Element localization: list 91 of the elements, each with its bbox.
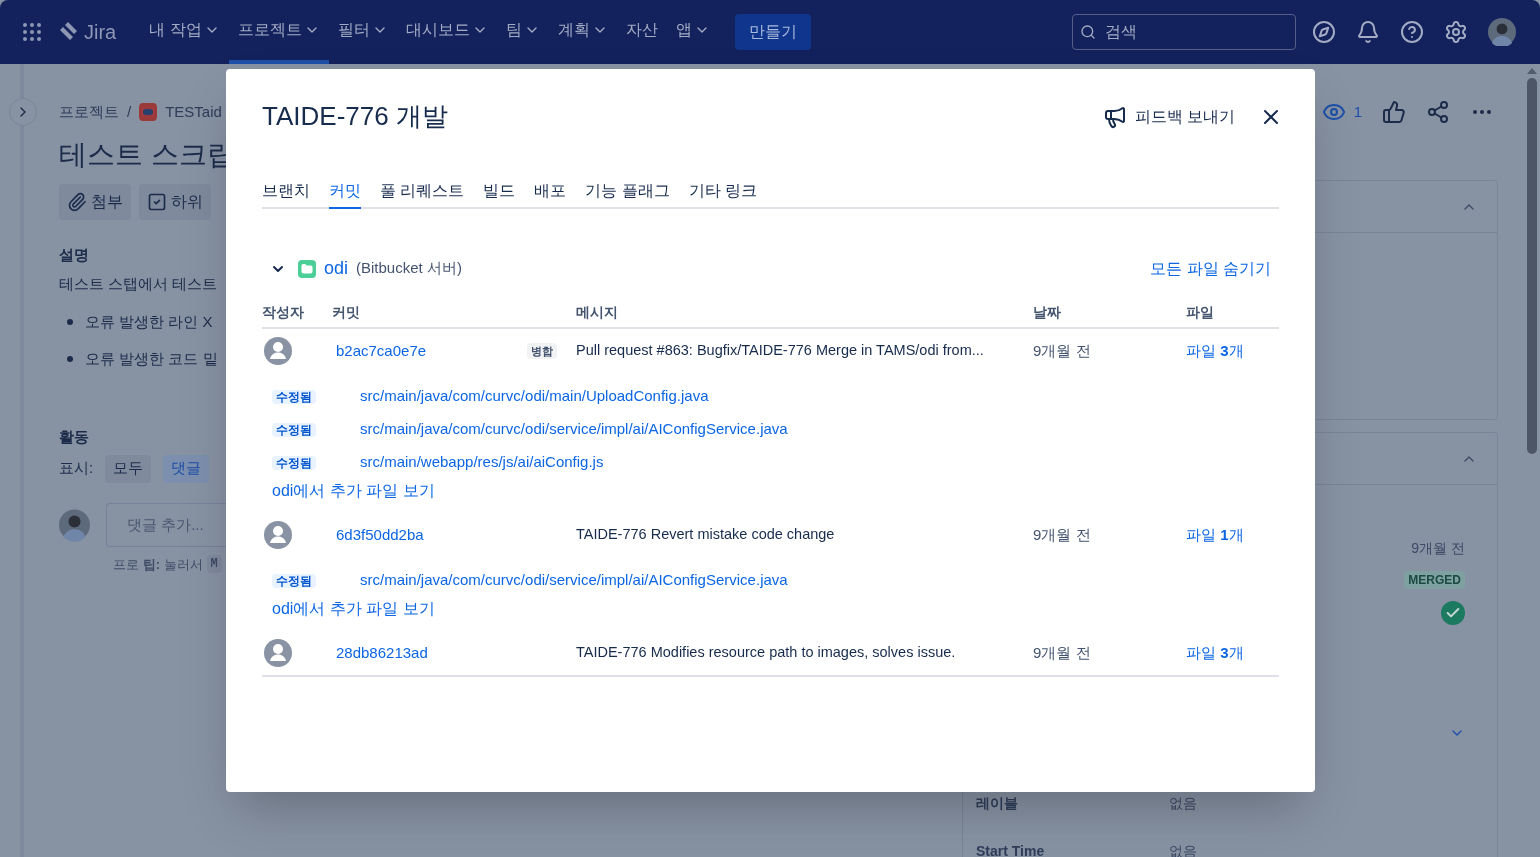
bullet xyxy=(67,355,73,362)
nav-menu-item[interactable]: 내 작업 xyxy=(140,0,229,64)
dialog-tab[interactable]: 기능 플래그 xyxy=(585,179,670,209)
more-files-link[interactable]: odi에서 추가 파일 보기 xyxy=(272,597,435,621)
dialog-title: TAIDE-776 개발 xyxy=(262,100,449,133)
nav-menu-item[interactable]: 필터 xyxy=(328,0,397,64)
commit-message: TAIDE-776 Modifies resource path to images, solves issue. xyxy=(576,643,957,663)
nav-menu-item[interactable]: 자산 xyxy=(616,0,667,64)
column-header: 작성자 xyxy=(262,303,305,322)
field-label: Start Time xyxy=(976,842,1046,857)
commit-date: 9개월 전 xyxy=(1033,340,1092,361)
file-path-link[interactable]: src/main/java/com/curvc/odi/service/impl/ai/AIConfigService.java xyxy=(360,417,788,441)
issue-action-button[interactable]: 첨부 xyxy=(59,184,131,220)
commit-message: Pull request #863: Bugfix/TAIDE-776 Merge in TAMS/odi from... xyxy=(576,341,985,361)
nav-menu-item[interactable]: 계획 xyxy=(548,0,617,64)
breadcrumb-separator: / xyxy=(127,101,132,122)
field-label: 레이블 xyxy=(976,794,1019,809)
jira-logo[interactable]: Jira xyxy=(56,17,117,47)
help-icon[interactable] xyxy=(1400,20,1424,44)
commit-message: TAIDE-776 Revert mistake code change xyxy=(576,525,836,545)
list-item-text: 오류 발생한 라인 X xyxy=(85,312,213,332)
commit-hash-link[interactable]: 28db86213ad xyxy=(336,641,557,665)
app-switcher-icon[interactable] xyxy=(20,20,44,44)
share-icon[interactable] xyxy=(1426,100,1450,124)
product-name: Jira xyxy=(84,20,117,45)
column-header: 커밋 xyxy=(332,303,361,322)
commit-hash-link[interactable]: b2ac7ca0e7e xyxy=(336,339,527,363)
repository-host: (Bitbucket 서버) xyxy=(356,258,463,279)
activity-filter-tab[interactable]: 모두 xyxy=(105,454,152,483)
file-path-link[interactable]: src/main/java/com/curvc/odi/main/UploadConfig.java xyxy=(360,384,709,408)
dialog-tab[interactable]: 커밋 xyxy=(329,179,361,209)
description-text: 테스트 스탭에서 테스트 xyxy=(59,273,219,294)
keyboard-key: M xyxy=(206,555,222,574)
column-header: 파일 xyxy=(1186,303,1215,322)
subtask-icon xyxy=(147,192,167,212)
section-heading: 활동 xyxy=(59,427,90,447)
nav-menu-item[interactable]: 대시보드 xyxy=(396,0,497,64)
settings-icon[interactable] xyxy=(1444,20,1468,44)
search-field[interactable]: 검색 xyxy=(1072,14,1296,50)
merge-lozenge: 병합 xyxy=(527,342,557,360)
dialog-tab[interactable]: 풀 리퀘스트 xyxy=(380,179,465,209)
more-files-link[interactable]: odi에서 추가 파일 보기 xyxy=(272,479,435,503)
author-avatar xyxy=(264,521,292,549)
files-link[interactable]: 파일 3개 xyxy=(1186,641,1279,665)
hide-all-files-link[interactable]: 모든 파일 숨기기 xyxy=(1150,256,1271,281)
commit-date: 9개월 전 xyxy=(1033,524,1092,545)
files-link[interactable]: 파일 1개 xyxy=(1186,523,1279,547)
status-lozenge: MERGED xyxy=(1404,571,1465,589)
dialog-tab[interactable]: 빌드 xyxy=(483,179,516,209)
file-path-link[interactable]: src/main/java/com/curvc/odi/service/impl/ai/AIConfigService.java xyxy=(360,568,788,592)
dialog-tab[interactable]: 배포 xyxy=(534,179,567,209)
modified-lozenge: 수정됨 xyxy=(272,417,360,441)
thumbs-up-icon[interactable] xyxy=(1382,100,1406,124)
commit-date: 9개월 전 xyxy=(1033,642,1092,663)
bullet xyxy=(67,319,73,326)
nav-menu-item[interactable]: 프로젝트 xyxy=(228,0,329,64)
modified-lozenge: 수정됨 xyxy=(272,450,360,474)
column-header: 날짜 xyxy=(1033,303,1062,322)
user-avatar[interactable] xyxy=(1488,18,1516,46)
commit-hash-link[interactable]: 6d3f50dd2ba xyxy=(336,523,557,547)
feedback-button[interactable]: 피드백 보내기 xyxy=(1102,104,1235,129)
author-avatar xyxy=(264,337,292,365)
column-header: 메시지 xyxy=(576,303,619,322)
nav-menu-item[interactable]: 팀 xyxy=(496,0,549,64)
megaphone-icon xyxy=(1102,104,1127,129)
notifications-icon[interactable] xyxy=(1356,20,1380,44)
nav-menu-item[interactable]: 앱 xyxy=(666,0,719,64)
filter-label: 표시: xyxy=(59,458,94,479)
pro-tip-text: 프로 팁: 눌러서 xyxy=(113,555,203,574)
project-icon xyxy=(139,103,158,121)
breadcrumb-link[interactable]: 프로젝트 xyxy=(59,100,119,124)
repository-icon xyxy=(298,259,316,278)
breadcrumb-link[interactable]: TESTaid xyxy=(165,100,222,124)
section-heading: 설명 xyxy=(59,245,90,265)
repository-link[interactable]: odi xyxy=(324,255,349,282)
compass-icon[interactable] xyxy=(1312,20,1336,44)
pull-request-date: 9개월 전 xyxy=(1411,539,1465,558)
dialog-tab[interactable]: 브랜치 xyxy=(262,179,310,209)
list-item-text: 오류 발생한 코드 밑 xyxy=(85,348,218,369)
create-button[interactable]: 만들기 xyxy=(734,14,811,50)
author-avatar xyxy=(264,639,292,667)
modified-lozenge: 수정됨 xyxy=(272,568,360,592)
file-path-link[interactable]: src/main/webapp/res/js/ai/aiConfig.js xyxy=(360,450,604,474)
paperclip-icon xyxy=(67,192,87,212)
comment-field[interactable]: 댓글 추가... xyxy=(106,502,226,547)
dialog-tab[interactable]: 기타 링크 xyxy=(688,179,758,209)
field-value: 없음 xyxy=(1169,794,1197,809)
search-icon xyxy=(1080,24,1096,40)
issue-action-button[interactable]: 하위 xyxy=(139,184,211,220)
files-link[interactable]: 파일 3개 xyxy=(1186,339,1279,363)
modified-lozenge: 수정됨 xyxy=(272,384,360,408)
